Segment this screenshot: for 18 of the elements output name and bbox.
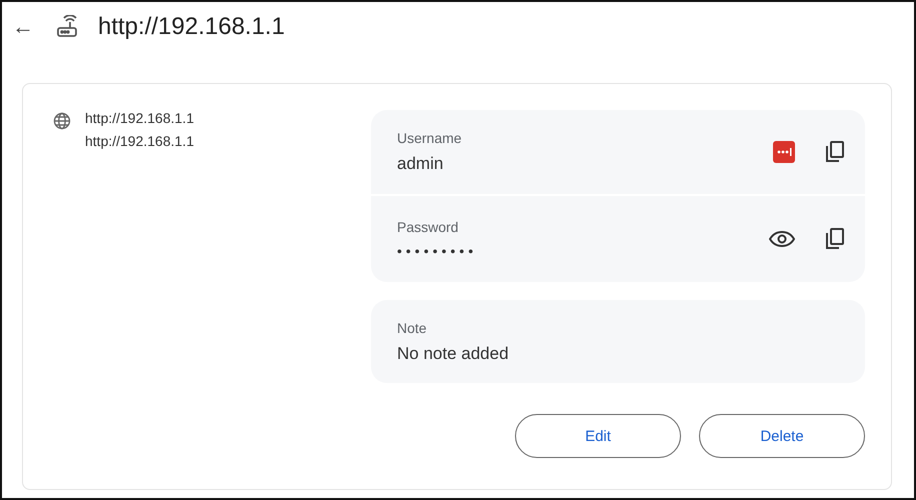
delete-button[interactable]: Delete (699, 414, 865, 458)
copy-icon[interactable] (825, 140, 845, 164)
show-password-icon[interactable] (769, 230, 795, 248)
password-manager-icon (773, 141, 795, 163)
username-value: admin (397, 154, 444, 174)
copy-icon[interactable] (825, 227, 845, 251)
back-button[interactable]: ← (12, 14, 36, 40)
router-icon (56, 15, 78, 39)
field-label: Password (397, 219, 460, 235)
site-url: http://192.168.1.1 (85, 133, 194, 149)
password-value: ••••••••• (397, 243, 478, 259)
page-title: http://192.168.1.1 (98, 13, 285, 41)
field-label: Username (397, 130, 463, 146)
site-url: http://192.168.1.1 (85, 110, 194, 126)
note-value: No note added (397, 344, 510, 364)
field-label: Note (397, 320, 428, 336)
globe-icon (53, 112, 71, 130)
edit-button[interactable]: Edit (515, 414, 681, 458)
